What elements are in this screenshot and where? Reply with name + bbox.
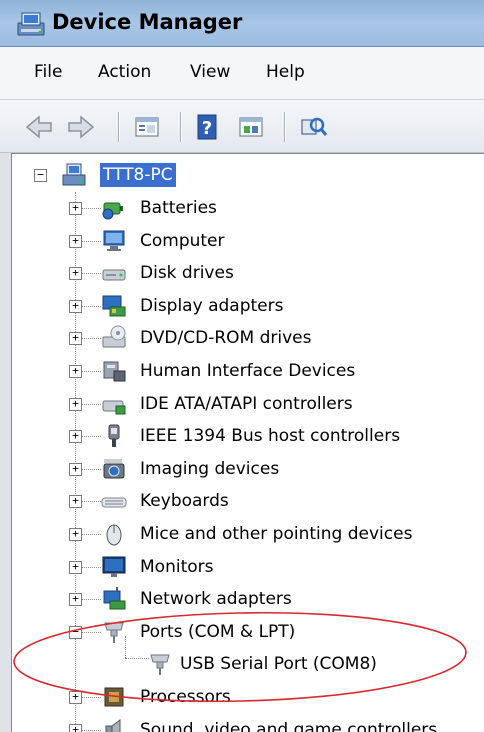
speaker-icon [105, 718, 121, 732]
tree-node-label[interactable]: Computer [140, 229, 225, 253]
network-adapter-expand-toggle[interactable]: + [69, 593, 82, 607]
ide-controller-icon [102, 400, 126, 415]
mouse-icon [106, 524, 122, 546]
tree-node-label[interactable]: Processors [140, 685, 231, 709]
tree-node-label[interactable]: Sound, video and game controllers [140, 718, 437, 732]
forward-icon[interactable] [64, 110, 98, 144]
scan-hardware-icon[interactable] [296, 110, 330, 144]
monitor-expand-toggle[interactable]: + [69, 560, 82, 574]
menu-help[interactable]: Help [266, 62, 305, 82]
display-adapter-icon [102, 295, 126, 317]
keyboard-expand-toggle[interactable]: + [69, 495, 82, 509]
ide-controller-expand-toggle[interactable]: + [69, 397, 82, 411]
properties-icon[interactable] [130, 110, 164, 144]
tree-node-label[interactable]: DVD/CD-ROM drives [140, 326, 311, 350]
computer-monitor-icon [103, 230, 125, 251]
toolbar-separator [284, 112, 285, 142]
tree-node-label[interactable]: Display adapters [140, 294, 283, 318]
processor-icon [104, 687, 124, 707]
toolbar: ? [0, 100, 484, 153]
tree-node-label[interactable]: Keyboards [140, 489, 229, 513]
firewire-expand-toggle[interactable]: + [69, 430, 82, 444]
port-icon [104, 622, 124, 643]
tree-node-label[interactable]: IEEE 1394 Bus host controllers [140, 424, 400, 448]
port-expand-toggle[interactable]: − [69, 625, 82, 639]
mouse-expand-toggle[interactable]: + [69, 528, 82, 541]
camera-icon [103, 458, 125, 479]
device-tree: − TTT8-PC + Batteries + Computer + Disk drive… [11, 153, 484, 732]
hid-expand-toggle[interactable]: + [69, 365, 82, 378]
camera-expand-toggle[interactable]: + [69, 462, 82, 476]
update-driver-icon[interactable] [234, 110, 268, 144]
title-bar: Device Manager [0, 0, 484, 47]
tree-node-label[interactable]: Imaging devices [140, 457, 279, 481]
battery-expand-toggle[interactable]: + [69, 202, 82, 215]
device-manager-icon [17, 12, 45, 36]
tree-node-label[interactable]: Disk drives [140, 261, 234, 285]
tree-child-label[interactable]: USB Serial Port (COM8) [180, 652, 377, 676]
menu-action[interactable]: Action [98, 62, 151, 82]
tree-node-label[interactable]: IDE ATA/ATAPI controllers [140, 392, 353, 416]
tree-node-label[interactable]: Batteries [140, 196, 217, 220]
disk-drive-expand-toggle[interactable]: + [69, 267, 82, 281]
keyboard-icon [101, 497, 127, 508]
menu-file[interactable]: File [34, 62, 62, 82]
tree-node-label[interactable]: Human Interface Devices [140, 359, 355, 383]
port-icon [150, 654, 170, 676]
display-adapter-expand-toggle[interactable]: + [69, 299, 82, 313]
menu-view[interactable]: View [190, 62, 230, 82]
tree-node-label[interactable]: Monitors [140, 555, 213, 579]
monitor-icon [102, 556, 126, 577]
svg-text:?: ? [202, 118, 212, 139]
dvd-drive-icon [102, 325, 126, 348]
toolbar-separator [180, 112, 181, 142]
tree-node-label[interactable]: Ports (COM & LPT) [140, 620, 295, 644]
disk-drive-icon [102, 269, 126, 281]
menu-bar: File Action View Help [0, 47, 484, 100]
hid-icon [103, 361, 126, 382]
toolbar-separator [118, 112, 119, 142]
back-icon[interactable] [22, 110, 56, 144]
dvd-drive-expand-toggle[interactable]: + [69, 332, 82, 346]
network-adapter-icon [103, 587, 126, 610]
computer-monitor-expand-toggle[interactable]: + [69, 234, 82, 248]
firewire-icon [108, 424, 120, 448]
battery-icon [102, 202, 123, 220]
tree-root-label[interactable]: TTT8-PC [100, 163, 176, 187]
window-title: Device Manager [52, 10, 243, 34]
root-collapse-toggle[interactable]: − [34, 169, 47, 182]
processor-expand-toggle[interactable]: + [69, 691, 82, 704]
help-icon[interactable]: ? [190, 110, 224, 144]
computer-icon [62, 163, 86, 186]
tree-node-label[interactable]: Network adapters [140, 587, 292, 611]
tree-node-label[interactable]: Mice and other pointing devices [140, 522, 412, 546]
